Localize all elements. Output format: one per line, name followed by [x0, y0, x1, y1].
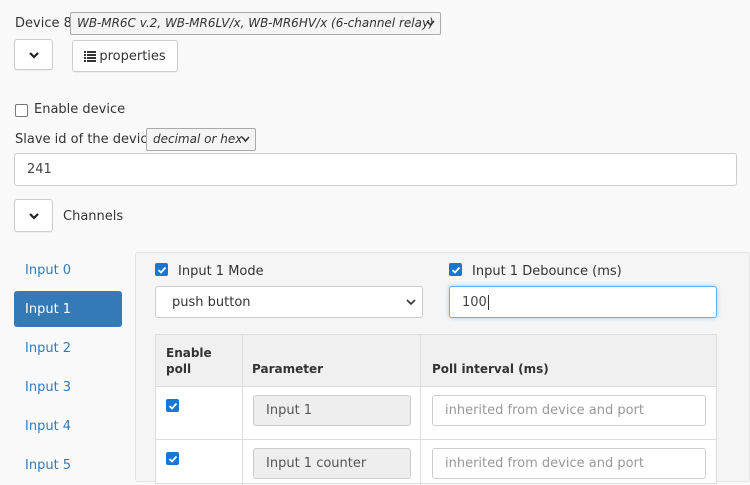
- tab-label: Input 1: [25, 301, 72, 317]
- slave-id-value: 241: [27, 162, 52, 177]
- text-cursor: [487, 294, 489, 310]
- check-icon: [168, 402, 177, 410]
- check-icon: [451, 266, 460, 274]
- check-icon: [157, 266, 166, 274]
- tab-input-2[interactable]: Input 2: [14, 330, 122, 366]
- input-mode-selected: push button: [172, 294, 251, 310]
- poll-interval-placeholder: inherited from device and port: [445, 456, 644, 471]
- input-mode-checkbox[interactable]: [155, 263, 168, 276]
- poll-interval-placeholder: inherited from device and port: [445, 403, 644, 418]
- chevron-down-icon: [406, 296, 416, 312]
- row-divider: [156, 386, 716, 387]
- chevron-down-icon: [28, 51, 39, 59]
- slave-id-input[interactable]: 241: [14, 153, 737, 186]
- input-debounce-input[interactable]: 100: [449, 286, 717, 318]
- input-mode-select[interactable]: push button: [155, 286, 423, 318]
- tab-label: Input 5: [25, 457, 72, 473]
- slave-id-format-select[interactable]: decimal or hex: [146, 128, 256, 151]
- input-mode-label: Input 1 Mode: [178, 264, 264, 279]
- column-divider: [420, 335, 421, 485]
- enable-poll-checkbox[interactable]: [166, 452, 179, 465]
- chevron-down-icon: [426, 16, 435, 34]
- properties-label: properties: [99, 48, 166, 64]
- tab-input-1[interactable]: Input 1: [14, 291, 122, 327]
- parameter-value: Input 1 counter: [266, 456, 367, 471]
- collapse-channels-button[interactable]: [14, 199, 53, 232]
- header-enable-poll: Enable poll: [166, 346, 212, 376]
- row-divider: [156, 439, 716, 440]
- tab-label: Input 0: [25, 262, 72, 278]
- channels-label: Channels: [63, 209, 124, 224]
- device-label: Device 8: [15, 16, 72, 31]
- parameter-value: Input 1: [266, 403, 313, 418]
- enable-device-checkbox[interactable]: [15, 104, 28, 117]
- properties-button[interactable]: properties: [72, 40, 178, 72]
- device-type-select[interactable]: WB-MR6C v.2, WB-MR6LV/x, WB-MR6HV/x (6-c…: [70, 12, 441, 35]
- slave-id-format-selected: decimal or hex: [153, 132, 243, 146]
- check-icon: [168, 455, 177, 463]
- poll-interval-input[interactable]: inherited from device and port: [432, 395, 706, 426]
- tab-label: Input 2: [25, 340, 72, 356]
- tab-label: Input 3: [25, 379, 72, 395]
- parameter-field: Input 1 counter: [253, 448, 411, 479]
- poll-interval-input[interactable]: inherited from device and port: [432, 448, 706, 479]
- enable-device-label: Enable device: [34, 102, 126, 117]
- parameter-field: Input 1: [253, 395, 411, 426]
- table-header-row: [156, 335, 716, 386]
- poll-table: Enable poll Parameter Poll interval (ms)…: [155, 334, 717, 485]
- tab-input-3[interactable]: Input 3: [14, 369, 122, 405]
- tab-input-0[interactable]: Input 0: [14, 252, 122, 288]
- header-parameter: Parameter: [252, 362, 324, 376]
- slave-id-label: Slave id of the device: [15, 132, 156, 147]
- chevron-down-icon: [241, 132, 250, 150]
- column-divider: [242, 335, 243, 485]
- enable-poll-checkbox[interactable]: [166, 399, 179, 412]
- input-debounce-label: Input 1 Debounce (ms): [472, 264, 622, 279]
- chevron-down-icon: [28, 212, 39, 220]
- tab-input-4[interactable]: Input 4: [14, 408, 122, 444]
- tab-input-5[interactable]: Input 5: [14, 447, 122, 483]
- device-type-selected: WB-MR6C v.2, WB-MR6LV/x, WB-MR6HV/x (6-c…: [77, 16, 434, 30]
- list-icon: [84, 50, 97, 62]
- header-poll-interval: Poll interval (ms): [432, 362, 549, 376]
- input-debounce-checkbox[interactable]: [449, 263, 462, 276]
- collapse-device-button[interactable]: [14, 39, 53, 70]
- input-debounce-value: 100: [462, 294, 487, 310]
- tab-label: Input 4: [25, 418, 72, 434]
